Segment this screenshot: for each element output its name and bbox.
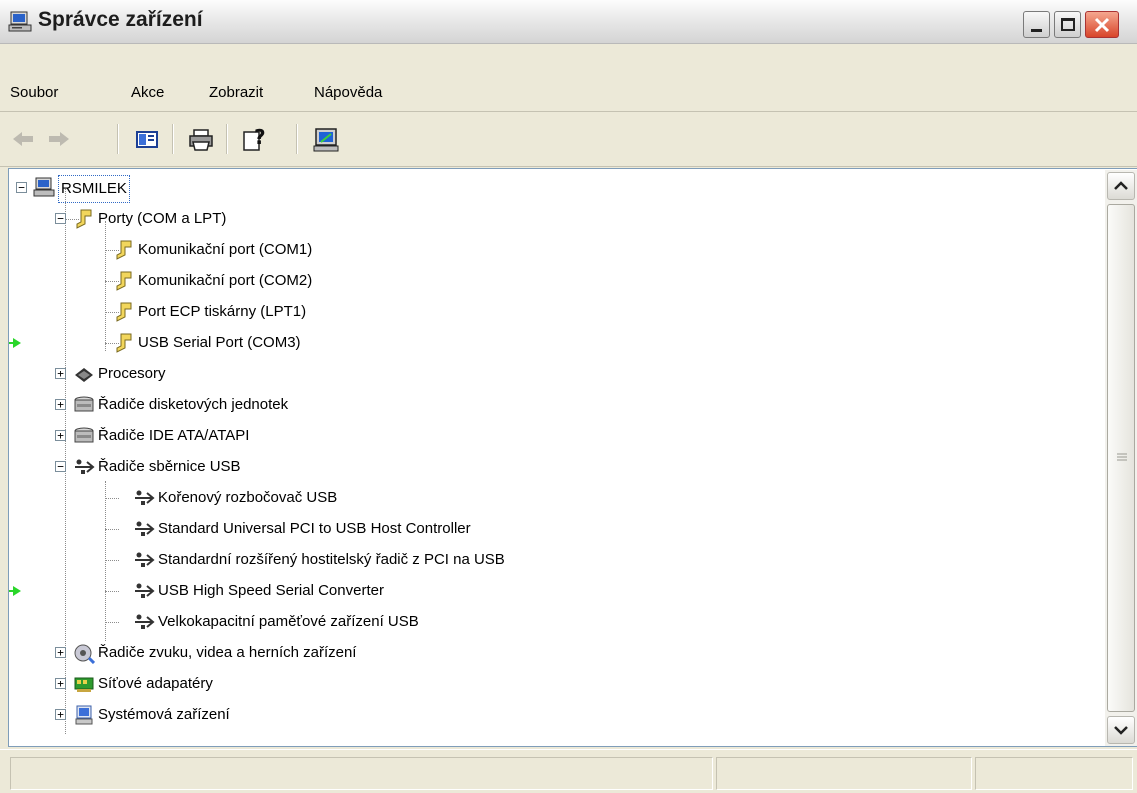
menu-soubor[interactable]: Soubor xyxy=(10,84,58,101)
toolbar-separator xyxy=(117,124,119,154)
chevron-up-icon xyxy=(1114,181,1128,190)
forward-arrow-icon[interactable] xyxy=(43,124,73,154)
toolbar-separator xyxy=(172,124,174,154)
toolbar-separator xyxy=(226,124,228,154)
scroll-thumb[interactable] xyxy=(1107,204,1135,712)
menu-bar xyxy=(0,44,1137,112)
port-icon xyxy=(116,240,132,260)
system-device-icon xyxy=(75,705,93,725)
status-section-3 xyxy=(975,757,1133,790)
usb-icon xyxy=(135,614,155,629)
tree-node-com1[interactable]: Komunikační port (COM1) xyxy=(9,235,509,265)
usb-icon xyxy=(135,583,155,598)
properties-view-icon[interactable] xyxy=(132,124,162,154)
scroll-up-button[interactable] xyxy=(1107,172,1135,200)
tree-node-usb-root-hub[interactable]: Kořenový rozbočovač USB xyxy=(9,483,809,513)
expand-icon[interactable]: + xyxy=(55,368,66,379)
tree-node-root[interactable]: − RSMILEK xyxy=(9,173,409,203)
tree-node-usb-host-controller[interactable]: Standard Universal PCI to USB Host Contr… xyxy=(9,514,809,544)
device-tree[interactable]: − RSMILEK − Porty (COM a LPT) Komunikačn… xyxy=(8,168,1137,747)
vertical-scrollbar[interactable] xyxy=(1105,170,1137,746)
tree-node-processors[interactable]: + Procesory xyxy=(9,359,509,389)
close-button[interactable] xyxy=(1085,11,1119,38)
usb-icon xyxy=(75,459,95,474)
processor-icon xyxy=(75,368,93,382)
close-icon xyxy=(1094,17,1110,33)
expand-icon[interactable]: + xyxy=(55,647,66,658)
menu-akce[interactable]: Akce xyxy=(131,84,164,101)
usb-icon xyxy=(135,552,155,567)
device-manager-window: Správce zařízení Soubor Akce Zobrazit Ná… xyxy=(0,0,1137,793)
tree-node-lpt1[interactable]: Port ECP tiskárny (LPT1) xyxy=(9,297,509,327)
minimize-icon xyxy=(1031,29,1042,32)
title-bar[interactable]: Správce zařízení xyxy=(0,0,1137,44)
grip-icon xyxy=(1117,453,1127,461)
minimize-button[interactable] xyxy=(1023,11,1050,38)
help-icon[interactable]: ? xyxy=(240,124,270,154)
tree-node-usb-mass-storage[interactable]: Velkokapacitní paměťové zařízení USB xyxy=(9,607,809,637)
status-section-2 xyxy=(716,757,972,790)
disk-controller-icon xyxy=(74,427,94,443)
green-arrow-marker-icon xyxy=(9,338,21,348)
menu-zobrazit[interactable]: Zobrazit xyxy=(209,84,263,101)
collapse-icon[interactable]: − xyxy=(55,461,66,472)
tree-node-com3[interactable]: USB Serial Port (COM3) xyxy=(9,328,509,358)
tree-node-floppy-controllers[interactable]: + Řadiče disketových jednotek xyxy=(9,390,509,420)
tree-node-ports[interactable]: − Porty (COM a LPT) xyxy=(9,204,409,234)
collapse-icon[interactable]: − xyxy=(55,213,66,224)
scroll-down-button[interactable] xyxy=(1107,716,1135,744)
tree-node-usb-controllers[interactable]: − Řadiče sběrnice USB xyxy=(9,452,509,482)
print-icon[interactable] xyxy=(186,124,216,154)
toolbar xyxy=(0,113,1137,167)
maximize-icon xyxy=(1061,18,1075,31)
maximize-button[interactable] xyxy=(1054,11,1081,38)
tree-node-ide-controllers[interactable]: + Řadiče IDE ATA/ATAPI xyxy=(9,421,509,451)
disk-controller-icon xyxy=(74,396,94,412)
expand-icon[interactable]: + xyxy=(55,678,66,689)
port-icon xyxy=(76,209,92,229)
tree-node-com2[interactable]: Komunikační port (COM2) xyxy=(9,266,509,296)
expand-icon[interactable]: + xyxy=(55,430,66,441)
scan-hardware-icon[interactable] xyxy=(311,124,341,154)
expand-icon[interactable]: + xyxy=(55,709,66,720)
usb-icon xyxy=(135,490,155,505)
tree-node-network-adapters[interactable]: + Síťové adapatéry xyxy=(9,669,509,699)
status-section-main xyxy=(10,757,713,790)
computer-icon xyxy=(8,11,32,32)
usb-icon xyxy=(135,521,155,536)
sound-icon xyxy=(74,644,95,664)
port-icon xyxy=(116,271,132,291)
computer-icon xyxy=(33,177,55,197)
expand-icon[interactable]: + xyxy=(55,399,66,410)
tree-node-system-devices[interactable]: + Systémová zařízení xyxy=(9,700,509,730)
green-arrow-marker-icon xyxy=(9,586,21,596)
window-title: Správce zařízení xyxy=(38,8,203,31)
tree-node-usb-enhanced-controller[interactable]: Standardní rozšířený hostitelský řadič z… xyxy=(9,545,809,575)
back-arrow-icon[interactable] xyxy=(9,124,39,154)
toolbar-separator xyxy=(296,124,298,154)
svg-text:?: ? xyxy=(254,125,266,149)
network-adapter-icon xyxy=(74,677,94,692)
collapse-icon[interactable]: − xyxy=(16,182,27,193)
menu-napoveda[interactable]: Nápověda xyxy=(314,84,382,101)
port-icon xyxy=(116,302,132,322)
chevron-down-icon xyxy=(1114,726,1128,735)
tree-node-sound-controllers[interactable]: + Řadiče zvuku, videa a herních zařízení xyxy=(9,638,609,668)
tree-node-usb-serial-converter[interactable]: USB High Speed Serial Converter xyxy=(9,576,809,606)
port-icon xyxy=(116,333,132,353)
